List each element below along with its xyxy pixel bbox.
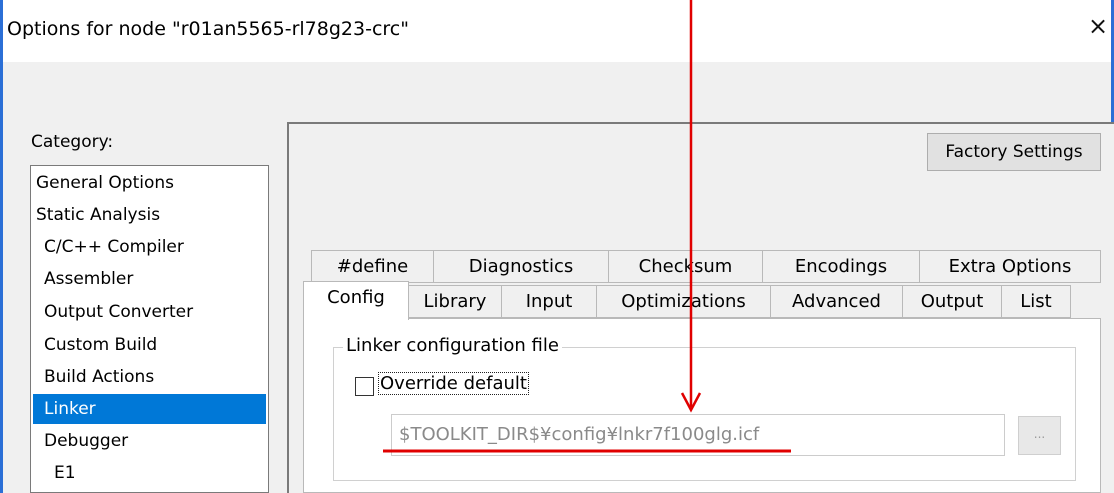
category-item-label: E1 [54,463,76,483]
category-item-debugger[interactable]: Debugger [33,426,266,456]
title-bar: Options for node "r01an5565-rl78g23-crc"… [0,0,1114,62]
window-border-left [0,0,3,493]
category-item-label: Static Analysis [36,205,161,225]
category-item-linker[interactable]: Linker [33,394,266,424]
category-list[interactable]: General Options Static Analysis C/C++ Co… [30,165,269,493]
category-label: Category: [31,132,114,152]
category-item-label: Output Converter [44,302,194,322]
window-title: Options for node "r01an5565-rl78g23-crc" [7,18,409,40]
tab-diagnostics[interactable]: Diagnostics [433,250,609,283]
category-item-cpp-compiler[interactable]: C/C++ Compiler [33,232,266,262]
override-default-label[interactable]: Override default [378,372,529,395]
category-item-label: Assembler [44,269,134,289]
config-file-path-field[interactable]: $TOOLKIT_DIR$¥config¥lnkr7f100glg.icf [391,414,1005,456]
tab-library[interactable]: Library [408,285,502,318]
category-item-label: Custom Build [44,335,158,355]
tab-optimizations[interactable]: Optimizations [596,285,771,318]
category-item-label: Build Actions [44,367,155,387]
tab-input[interactable]: Input [501,285,597,318]
tab-extra-options[interactable]: Extra Options [919,250,1101,283]
category-item-static-analysis[interactable]: Static Analysis [33,200,266,230]
category-item-build-actions[interactable]: Build Actions [33,362,266,392]
category-item-label: Linker [44,399,96,419]
groupbox-title: Linker configuration file [343,335,562,356]
close-icon[interactable]: × [1088,14,1108,38]
tab-output[interactable]: Output [902,285,1002,318]
tab-define[interactable]: #define [311,250,434,283]
tab-advanced[interactable]: Advanced [770,285,903,318]
category-item-label: General Options [36,173,174,193]
tab-encodings[interactable]: Encodings [762,250,920,283]
tab-config[interactable]: Config [303,281,409,320]
category-item-label: C/C++ Compiler [44,237,184,257]
browse-button[interactable]: ... [1018,416,1061,455]
category-item-assembler[interactable]: Assembler [33,264,266,294]
category-item-general-options[interactable]: General Options [33,168,266,198]
tab-checksum[interactable]: Checksum [608,250,763,283]
factory-settings-button[interactable]: Factory Settings [927,133,1101,171]
category-item-e1[interactable]: E1 [33,458,266,488]
category-item-output-converter[interactable]: Output Converter [33,297,266,327]
override-default-checkbox[interactable] [355,377,374,396]
tab-list[interactable]: List [1001,285,1071,318]
category-item-custom-build[interactable]: Custom Build [33,330,266,360]
category-item-label: Debugger [44,431,129,451]
